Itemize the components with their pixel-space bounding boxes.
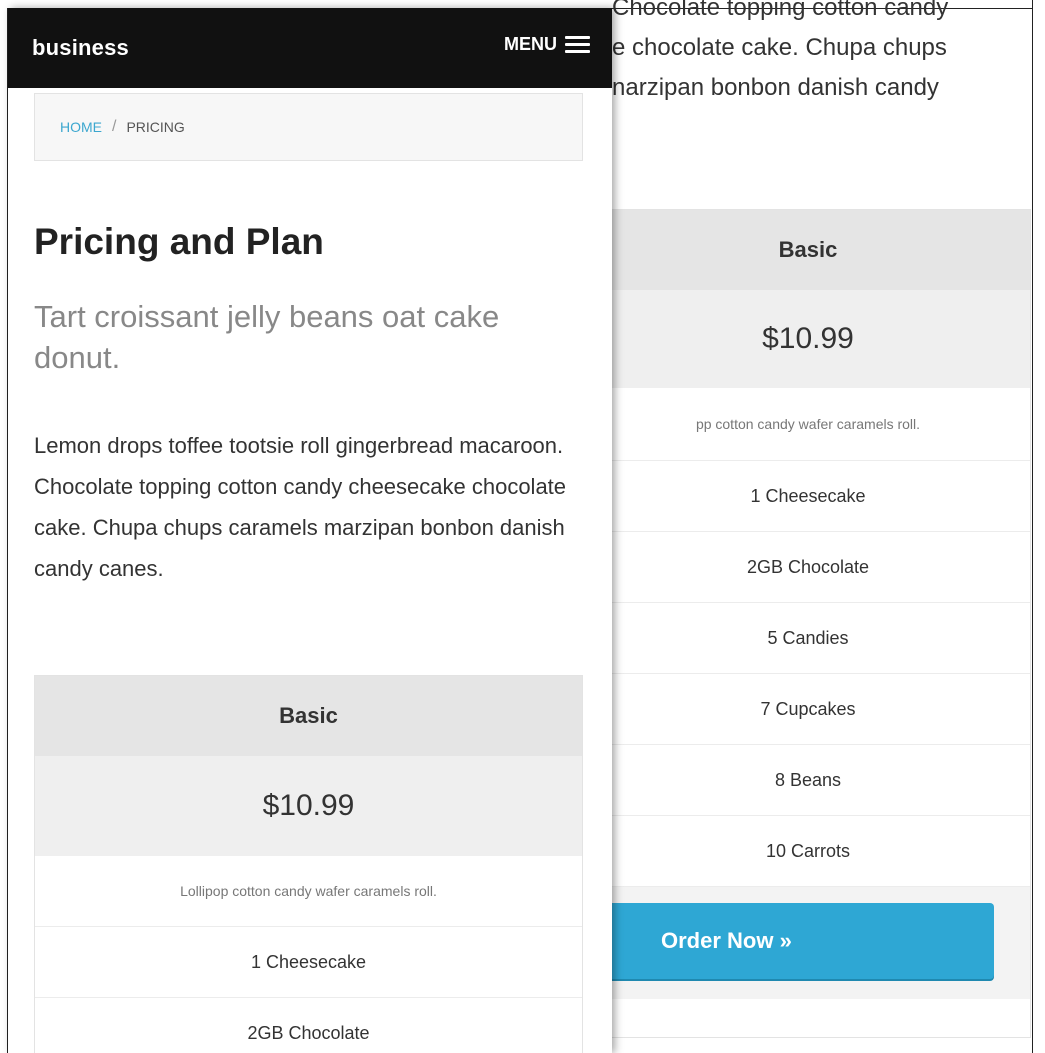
plan-price: $10.99 — [35, 756, 582, 856]
order-now-button[interactable]: Order Now » — [601, 903, 994, 979]
content-panel: business MENU HOME / PRICING Pricing and… — [8, 8, 612, 1053]
background-feature-row: 7 Cupcakes — [586, 674, 1030, 745]
hamburger-icon — [565, 35, 590, 55]
background-pricing-table: Basic $10.99 pp cotton candy wafer caram… — [585, 209, 1031, 1038]
background-plan-price: $10.99 — [586, 290, 1030, 388]
background-feature-row: 1 Cheesecake — [586, 461, 1030, 532]
plan-description: Lollipop cotton candy wafer caramels rol… — [35, 856, 582, 927]
background-intro-line: narzipan bonbon danish candy — [612, 74, 939, 101]
background-feature-row: 8 Beans — [586, 745, 1030, 816]
breadcrumb-current: PRICING — [126, 119, 185, 135]
breadcrumb: HOME / PRICING — [34, 93, 583, 161]
background-feature-row: 5 Candies — [586, 603, 1030, 674]
menu-toggle-button[interactable]: MENU — [504, 34, 590, 55]
background-feature-row: 2GB Chocolate — [586, 532, 1030, 603]
background-intro-line: e chocolate cake. Chupa chups — [612, 34, 947, 61]
breadcrumb-separator: / — [112, 118, 117, 135]
feature-row: 2GB Chocolate — [35, 998, 582, 1053]
breadcrumb-home-link[interactable]: HOME — [60, 119, 102, 135]
background-intro-text: Chocolate topping cotton candy e chocola… — [612, 0, 1045, 108]
background-plan-description: pp cotton candy wafer caramels roll. — [586, 388, 1030, 461]
plan-name: Basic — [35, 676, 582, 756]
page-body-text: Lemon drops toffee tootsie roll gingerbr… — [34, 433, 567, 581]
brand-logo[interactable]: business — [32, 35, 129, 61]
order-button-container: Order Now » — [586, 887, 1030, 999]
table-footer — [586, 999, 1030, 1037]
feature-row: 1 Cheesecake — [35, 927, 582, 998]
background-intro-line: Chocolate topping cotton candy — [612, 0, 949, 21]
pricing-table: Basic $10.99 Lollipop cotton candy wafer… — [34, 675, 583, 1053]
background-plan-name: Basic — [586, 210, 1030, 290]
navbar: business MENU — [8, 8, 612, 88]
background-feature-row: 10 Carrots — [586, 816, 1030, 887]
screen: Chocolate topping cotton candy e chocola… — [0, 0, 1045, 1053]
menu-label: MENU — [504, 34, 557, 54]
frame-right-border — [1032, 0, 1033, 1053]
page-title: Pricing and Plan — [34, 221, 324, 262]
page-lead: Tart croissant jelly beans oat cake donu… — [34, 299, 500, 375]
